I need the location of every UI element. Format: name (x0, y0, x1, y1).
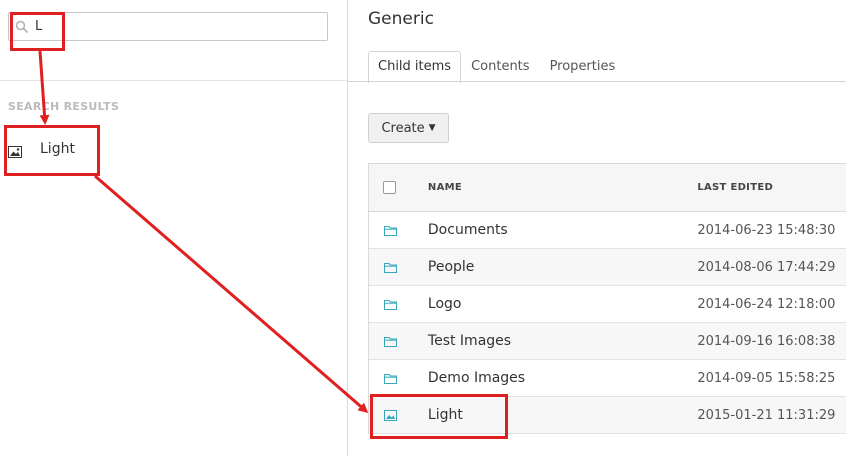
tab-bar: Child items Contents Properties (368, 51, 626, 83)
tab-divider (348, 81, 846, 82)
table-row[interactable]: Logo 2014-06-24 12:18:00 (369, 286, 846, 323)
row-last-edited: 2014-06-24 12:18:00 (697, 296, 836, 312)
row-last-edited: 2014-09-16 16:08:38 (697, 333, 836, 349)
annotation-box-search (10, 12, 65, 51)
table-header: NAME LAST EDITED (369, 164, 846, 212)
row-last-edited: 2014-08-06 17:44:29 (697, 259, 836, 275)
row-last-edited: 2015-01-21 11:31:29 (697, 407, 836, 423)
tab-contents[interactable]: Contents (461, 51, 539, 82)
table-row[interactable]: People 2014-08-06 17:44:29 (369, 249, 846, 286)
row-name[interactable]: Demo Images (428, 370, 697, 386)
folder-icon (384, 262, 397, 273)
select-all-checkbox[interactable] (383, 181, 396, 194)
annotation-box-table-row (370, 394, 508, 439)
tab-properties[interactable]: Properties (540, 51, 626, 82)
tab-child-items[interactable]: Child items (368, 51, 462, 83)
select-all-cell (369, 181, 428, 194)
row-name[interactable]: People (428, 259, 697, 275)
divider (0, 80, 347, 81)
row-name[interactable]: Logo (428, 296, 697, 312)
row-last-edited: 2014-09-05 15:58:25 (697, 370, 836, 386)
left-panel: SEARCH RESULTS Light (0, 0, 348, 456)
caret-down-icon: ▼ (428, 123, 436, 133)
create-button[interactable]: Create ▼ (368, 113, 449, 143)
search-input[interactable] (35, 16, 315, 37)
folder-icon (384, 373, 397, 384)
row-name[interactable]: Documents (428, 222, 697, 238)
folder-icon (384, 336, 397, 347)
folder-icon (384, 225, 397, 236)
folder-icon (384, 299, 397, 310)
table-row[interactable]: Documents 2014-06-23 15:48:30 (369, 212, 846, 249)
search-results-heading: SEARCH RESULTS (8, 100, 120, 113)
table-row[interactable]: Demo Images 2014-09-05 15:58:25 (369, 360, 846, 397)
row-name[interactable]: Test Images (428, 333, 697, 349)
page-title: Generic (368, 9, 434, 29)
annotation-box-search-result (4, 125, 100, 176)
create-button-label: Create (381, 120, 425, 136)
column-header-last-edited[interactable]: LAST EDITED (697, 182, 846, 193)
table-row[interactable]: Test Images 2014-09-16 16:08:38 (369, 323, 846, 360)
row-last-edited: 2014-06-23 15:48:30 (697, 222, 836, 238)
column-header-name[interactable]: NAME (428, 182, 697, 193)
